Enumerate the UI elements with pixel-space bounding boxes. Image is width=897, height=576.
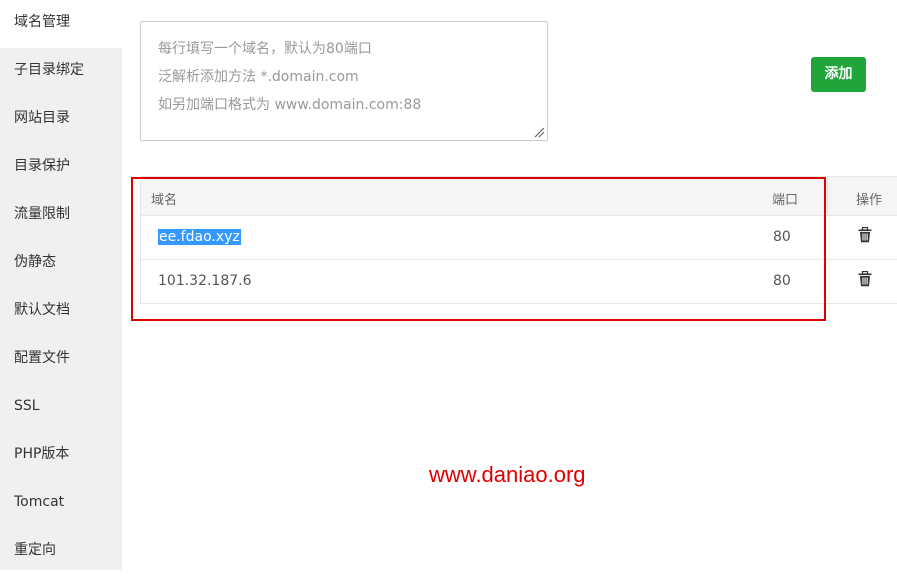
sidebar-item-directory-protection[interactable]: 目录保护 bbox=[0, 144, 122, 192]
domain-textarea-container: 每行填写一个域名，默认为80端口 泛解析添加方法 *.domain.com 如另… bbox=[140, 21, 548, 141]
trash-icon[interactable] bbox=[858, 271, 872, 287]
sidebar-item-domain-management[interactable]: 域名管理 bbox=[0, 0, 122, 48]
trash-icon[interactable] bbox=[858, 227, 872, 243]
sidebar-item-rewrite[interactable]: 伪静态 bbox=[0, 240, 122, 288]
domain-table: 域名 端口 操作 ee.fdao.xyz 80 101.32.187.6 80 bbox=[140, 176, 897, 304]
port-cell: 80 bbox=[773, 229, 791, 245]
column-header-action: 操作 bbox=[856, 193, 883, 208]
column-header-domain[interactable]: 域名 bbox=[151, 189, 177, 208]
sidebar-item-tomcat[interactable]: Tomcat bbox=[0, 480, 122, 528]
sidebar-item-default-document[interactable]: 默认文档 bbox=[0, 288, 122, 336]
table-header-row: 域名 端口 操作 bbox=[140, 176, 897, 216]
table-row: ee.fdao.xyz 80 bbox=[140, 216, 897, 260]
sidebar-item-redirect[interactable]: 重定向 bbox=[0, 528, 122, 576]
sidebar-item-config-file[interactable]: 配置文件 bbox=[0, 336, 122, 384]
watermark-text: www.daniao.org bbox=[429, 462, 586, 487]
domain-cell: 101.32.187.6 bbox=[158, 273, 252, 289]
selected-text: ee.fdao.xyz bbox=[158, 229, 241, 245]
table-row: 101.32.187.6 80 bbox=[140, 260, 897, 304]
sidebar-item-site-directory[interactable]: 网站目录 bbox=[0, 96, 122, 144]
port-cell: 80 bbox=[773, 273, 791, 289]
sidebar-item-php-version[interactable]: PHP版本 bbox=[0, 432, 122, 480]
resize-handle-icon[interactable] bbox=[533, 126, 545, 138]
domain-cell: ee.fdao.xyz bbox=[158, 229, 241, 245]
sidebar-item-traffic-limit[interactable]: 流量限制 bbox=[0, 192, 122, 240]
add-domain-button[interactable]: 添加 bbox=[811, 57, 866, 92]
sidebar-item-ssl[interactable]: SSL bbox=[0, 384, 122, 432]
column-header-port[interactable]: 端口 bbox=[772, 189, 798, 208]
domain-textarea[interactable] bbox=[141, 22, 547, 140]
sidebar-item-subdirectory-binding[interactable]: 子目录绑定 bbox=[0, 48, 122, 96]
column-separator bbox=[827, 177, 828, 215]
sidebar: 域名管理 子目录绑定 网站目录 目录保护 流量限制 伪静态 默认文档 配置文件 … bbox=[0, 0, 122, 570]
